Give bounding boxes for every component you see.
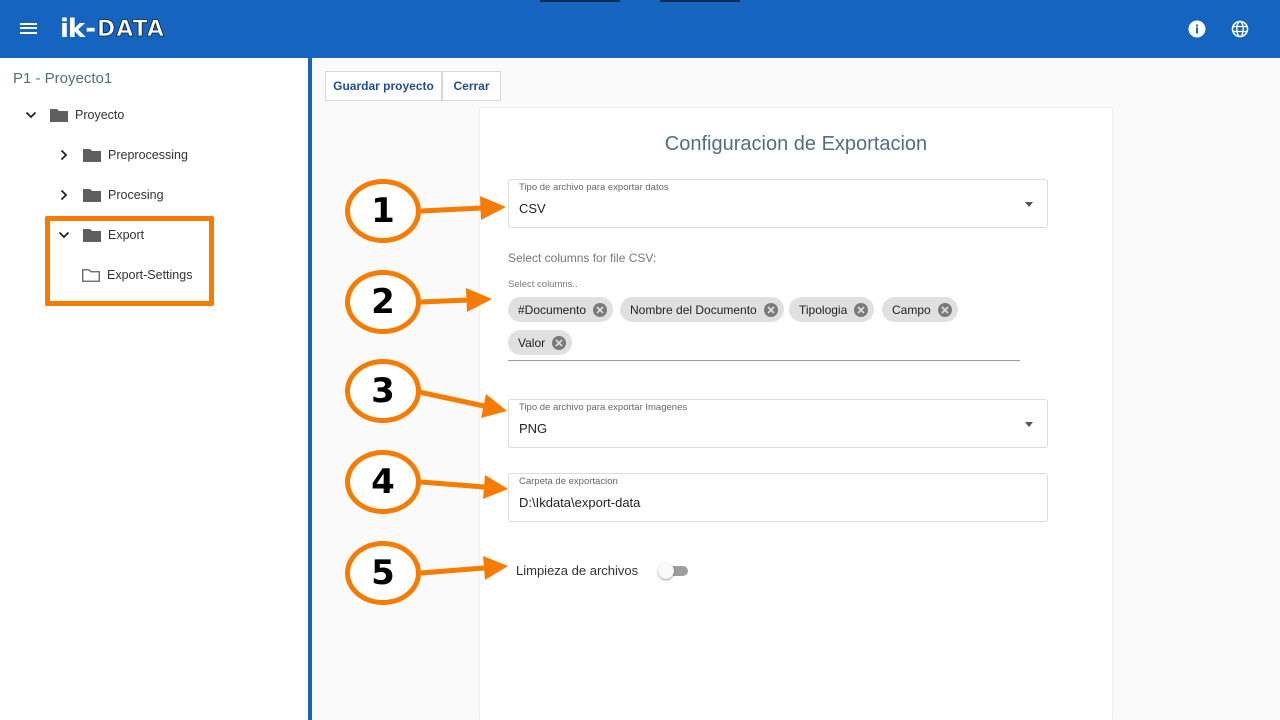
column-chip[interactable]: Tipologia xyxy=(789,297,875,322)
folder-icon xyxy=(83,189,101,202)
chip-remove-icon[interactable] xyxy=(593,302,608,317)
toggle-thumb xyxy=(658,563,674,579)
columns-help-text: Select columns for file CSV: xyxy=(508,251,657,265)
field-value: PNG xyxy=(519,421,548,436)
header-tab-indicator xyxy=(660,0,740,2)
annotation-marker-3: 3 xyxy=(345,359,421,423)
chevron-right-icon[interactable] xyxy=(57,148,71,162)
field-label: Tipo de archivo para exportar datos xyxy=(518,182,670,193)
folder-icon xyxy=(50,109,68,122)
chevron-right-icon[interactable] xyxy=(57,188,71,202)
field-value: D:\Ikdata\export-data xyxy=(519,495,641,510)
top-app-bar: ik - DATA xyxy=(0,0,1280,58)
columns-select-label: Select columns.. xyxy=(508,279,578,290)
page-title: Configuracion de Exportacion xyxy=(664,133,928,155)
chip-remove-icon[interactable] xyxy=(937,302,952,317)
cleanup-toggle-label: Limpieza de archivos xyxy=(516,563,639,578)
folder-icon xyxy=(83,149,101,162)
image-file-type-select[interactable]: Tipo de archivo para exportar Imagenes P… xyxy=(508,399,1048,448)
column-chip[interactable]: #Documento xyxy=(508,297,614,322)
chip-label: #Documento xyxy=(518,302,587,317)
chip-remove-icon[interactable] xyxy=(763,302,778,317)
annotation-marker-1: 1 xyxy=(345,179,421,243)
tree-item-preprocessing[interactable]: Preprocessing xyxy=(57,145,188,165)
tree-item-label: Preprocessing xyxy=(108,148,188,162)
info-icon[interactable] xyxy=(1188,20,1206,38)
close-button[interactable]: Cerrar xyxy=(442,71,501,101)
export-highlight-box xyxy=(45,216,214,306)
column-chip[interactable]: Nombre del Documento xyxy=(620,297,784,322)
field-label: Carpeta de exportacion xyxy=(518,476,619,487)
chip-label: Tipologia xyxy=(799,302,848,317)
dropdown-arrow-icon[interactable] xyxy=(1025,422,1033,427)
ik-data-logo: ik - DATA xyxy=(60,14,165,44)
cleanup-toggle[interactable] xyxy=(658,563,690,579)
dropdown-arrow-icon[interactable] xyxy=(1025,202,1033,207)
chip-label: Nombre del Documento xyxy=(630,302,757,317)
tree-item-label: Proyecto xyxy=(75,108,125,122)
column-chip[interactable]: Valor xyxy=(508,330,573,355)
globe-icon[interactable] xyxy=(1231,20,1249,38)
chip-remove-icon[interactable] xyxy=(854,302,869,317)
tree-item-proyecto[interactable]: Proyecto xyxy=(24,105,124,125)
data-file-type-select[interactable]: Tipo de archivo para exportar datos CSV xyxy=(508,179,1048,228)
hamburger-menu-icon[interactable] xyxy=(20,20,40,38)
columns-select-underline xyxy=(508,360,1020,361)
tree-item-procesing[interactable]: Procesing xyxy=(57,185,164,205)
chip-remove-icon[interactable] xyxy=(552,335,567,350)
save-project-button[interactable]: Guardar proyecto xyxy=(325,71,442,101)
column-chip[interactable]: Campo xyxy=(882,297,958,322)
tree-item-label: Procesing xyxy=(108,188,164,202)
field-label: Tipo de archivo para exportar Imagenes xyxy=(518,402,689,413)
chip-label: Valor xyxy=(518,335,546,350)
project-title: P1 - Proyecto1 xyxy=(13,70,113,87)
field-value: CSV xyxy=(519,201,546,216)
chip-label: Campo xyxy=(892,302,931,317)
chevron-down-icon[interactable] xyxy=(24,108,38,122)
export-folder-input[interactable]: Carpeta de exportacion D:\Ikdata\export-… xyxy=(508,473,1048,522)
header-tab-indicator xyxy=(540,0,620,2)
annotation-marker-5: 5 xyxy=(345,541,421,605)
annotation-marker-4: 4 xyxy=(345,450,421,514)
annotation-marker-2: 2 xyxy=(345,270,421,334)
